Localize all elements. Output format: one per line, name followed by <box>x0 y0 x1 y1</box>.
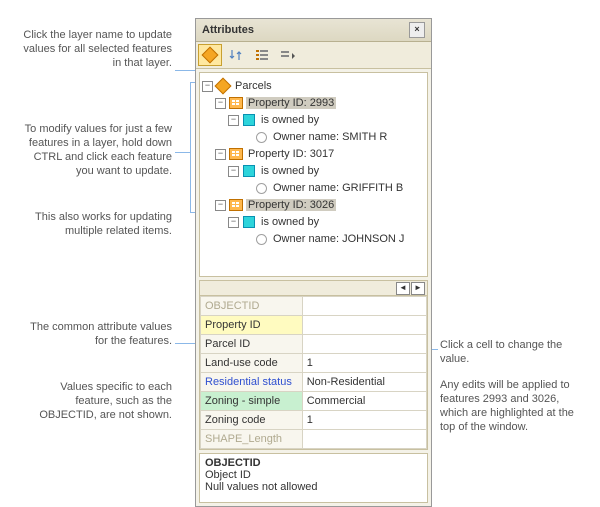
relation-icon <box>242 114 256 126</box>
tree-owner-label: Owner name: GRIFFITH B <box>271 182 405 194</box>
tree-root-label: Parcels <box>233 80 274 92</box>
grid-row[interactable]: Zoning - simpleCommercial <box>201 392 427 411</box>
tree-relation[interactable]: − is owned by <box>202 214 425 230</box>
tree-owner-label: Owner name: SMITH R <box>271 131 389 143</box>
link-icon <box>254 131 268 143</box>
window-title: Attributes <box>202 24 254 36</box>
grid-field-value[interactable] <box>302 335 426 354</box>
grid-field-name: SHAPE_Length <box>201 430 303 449</box>
grid-row[interactable]: OBJECTID <box>201 297 427 316</box>
tree-relation-label: is owned by <box>259 216 321 228</box>
tree-relation[interactable]: − is owned by <box>202 163 425 179</box>
collapse-icon[interactable]: − <box>215 200 226 211</box>
grid-table: OBJECTIDProperty IDParcel IDLand-use cod… <box>200 296 427 449</box>
grid-field-name: Zoning - simple <box>201 392 303 411</box>
tool-sort-icon[interactable] <box>224 44 248 66</box>
tree-feature-label: Property ID: 2993 <box>246 97 336 109</box>
link-icon <box>254 233 268 245</box>
collapse-icon[interactable]: − <box>215 149 226 160</box>
collapse-icon[interactable]: − <box>228 217 239 228</box>
grid-field-value[interactable] <box>302 297 426 316</box>
grid-row[interactable]: SHAPE_Length <box>201 430 427 449</box>
grid-field-value[interactable]: 1 <box>302 354 426 373</box>
field-info: OBJECTID Object ID Null values not allow… <box>199 453 428 503</box>
collapse-icon[interactable]: − <box>228 115 239 126</box>
tool-layers-icon[interactable] <box>198 44 222 66</box>
tree-owner[interactable]: Owner name: SMITH R <box>202 129 425 145</box>
grid-next-icon[interactable]: ► <box>411 282 425 295</box>
collapse-icon[interactable]: − <box>202 81 213 92</box>
grid-row[interactable]: Land-use code1 <box>201 354 427 373</box>
grid-field-value[interactable] <box>302 430 426 449</box>
attributes-window: Attributes × −Parcels −Property ID: 2993… <box>195 18 432 507</box>
tree-relation-label: is owned by <box>259 114 321 126</box>
grid-row[interactable]: Zoning code1 <box>201 411 427 430</box>
tree-root[interactable]: − Parcels <box>202 78 425 94</box>
callout-related: This also works for updating multiple re… <box>20 210 172 238</box>
tool-options-icon[interactable] <box>276 44 300 66</box>
table-icon <box>229 199 243 211</box>
grid-field-name: Parcel ID <box>201 335 303 354</box>
callout-edits-applied: Any edits will be applied to features 29… <box>440 378 580 434</box>
grid-prev-icon[interactable]: ◄ <box>396 282 410 295</box>
grid-field-name: Land-use code <box>201 354 303 373</box>
table-icon <box>229 97 243 109</box>
table-icon <box>229 148 243 160</box>
relation-icon <box>242 165 256 177</box>
grid-field-value[interactable]: Commercial <box>302 392 426 411</box>
callout-common-values: The common attribute values for the feat… <box>20 320 172 348</box>
grid-row[interactable]: Property ID <box>201 316 427 335</box>
grid-field-value[interactable] <box>302 316 426 335</box>
tool-list-icon[interactable] <box>250 44 274 66</box>
tree-feature-label: Property ID: 3017 <box>246 148 336 160</box>
close-icon[interactable]: × <box>409 22 425 38</box>
callout-specific-values: Values specific to each feature, such as… <box>20 380 172 422</box>
grid-field-name: Zoning code <box>201 411 303 430</box>
tree-feature[interactable]: − Property ID: 3017 <box>202 146 425 162</box>
field-info-null: Null values not allowed <box>205 481 422 493</box>
tree-feature-label: Property ID: 3026 <box>246 199 336 211</box>
collapse-icon[interactable]: − <box>215 98 226 109</box>
link-icon <box>254 182 268 194</box>
callout-ctrl-select: To modify values for just a few features… <box>20 122 172 178</box>
grid-header: ◄ ► <box>200 281 427 296</box>
toolbar <box>196 42 431 69</box>
grid-field-name: Residential status <box>201 373 303 392</box>
tree-relation[interactable]: − is owned by <box>202 112 425 128</box>
tree-feature[interactable]: − Property ID: 2993 <box>202 95 425 111</box>
feature-tree: −Parcels −Property ID: 2993 −is owned by… <box>199 72 428 277</box>
callout-click-cell: Click a cell to change the value. <box>440 338 580 366</box>
layer-icon <box>216 80 230 92</box>
grid-row[interactable]: Residential statusNon-Residential <box>201 373 427 392</box>
tree-feature[interactable]: − Property ID: 3026 <box>202 197 425 213</box>
tree-owner[interactable]: Owner name: JOHNSON J <box>202 231 425 247</box>
grid-row[interactable]: Parcel ID <box>201 335 427 354</box>
tree-owner[interactable]: Owner name: GRIFFITH B <box>202 180 425 196</box>
field-info-title: OBJECTID <box>205 457 422 469</box>
tree-owner-label: Owner name: JOHNSON J <box>271 233 406 245</box>
grid-field-value[interactable]: Non-Residential <box>302 373 426 392</box>
grid-field-name: Property ID <box>201 316 303 335</box>
attribute-grid: ◄ ► OBJECTIDProperty IDParcel IDLand-use… <box>199 280 428 450</box>
grid-field-name: OBJECTID <box>201 297 303 316</box>
titlebar: Attributes × <box>196 19 431 42</box>
tree-relation-label: is owned by <box>259 165 321 177</box>
leader <box>190 82 191 212</box>
callout-layer-name: Click the layer name to update values fo… <box>20 28 172 70</box>
leader <box>175 152 190 153</box>
collapse-icon[interactable]: − <box>228 166 239 177</box>
relation-icon <box>242 216 256 228</box>
grid-field-value[interactable]: 1 <box>302 411 426 430</box>
field-info-desc: Object ID <box>205 469 422 481</box>
